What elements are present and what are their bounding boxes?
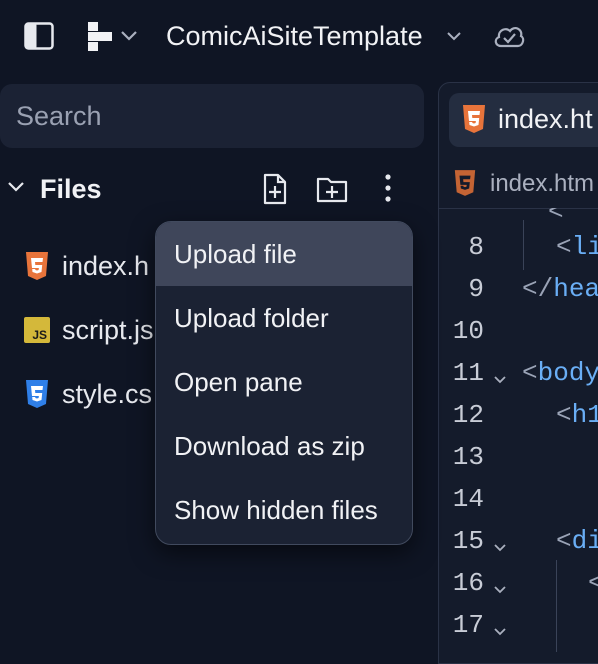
line-number: 13 [452, 442, 484, 472]
code-line[interactable]: <h1 [556, 397, 598, 433]
cloud-check-icon[interactable] [492, 22, 526, 50]
menu-item-show-hidden-files[interactable]: Show hidden files [156, 478, 412, 542]
menu-item-open-pane[interactable]: Open pane [156, 350, 412, 414]
code-punct: < [588, 568, 598, 598]
code-punct: < [522, 358, 538, 388]
files-section-title: Files [40, 174, 102, 204]
code-tag: li [571, 232, 598, 262]
fold-chevron-icon[interactable] [493, 372, 507, 384]
file-name: script.js [62, 315, 154, 345]
files-context-menu: Upload file Upload folder Open pane Down… [155, 221, 413, 545]
breadcrumb-divider [439, 208, 598, 209]
indent-guide [523, 220, 524, 270]
search-box[interactable] [0, 84, 424, 148]
chevron-down-icon[interactable] [120, 29, 138, 41]
more-options-icon[interactable] [378, 172, 398, 206]
project-name[interactable]: ComicAiSiteTemplate [166, 17, 423, 55]
menu-item-download-zip[interactable]: Download as zip [156, 414, 412, 478]
html5-icon [453, 169, 477, 197]
menu-item-label: Show hidden files [174, 495, 378, 525]
line-number: 11 [452, 358, 484, 388]
search-input[interactable] [16, 84, 406, 148]
fold-chevron-icon[interactable] [493, 624, 507, 636]
code-punct: < [556, 400, 572, 430]
menu-item-label: Download as zip [174, 431, 365, 461]
code-line[interactable]: </hea [522, 271, 598, 307]
file-item-index-html[interactable]: index.h [0, 251, 170, 307]
files-collapse-chevron-icon[interactable] [7, 180, 25, 194]
line-number: 9 [468, 274, 484, 304]
line-number: 8 [468, 232, 484, 262]
code-punct: < [556, 232, 572, 262]
code-line[interactable]: <li [556, 229, 598, 265]
css3-icon [24, 379, 50, 409]
line-number: 16 [452, 568, 484, 598]
tab-label[interactable]: index.ht [498, 100, 593, 138]
fold-chevron-icon[interactable] [493, 582, 507, 594]
menu-item-upload-folder[interactable]: Upload folder [156, 286, 412, 350]
code-line[interactable]: <di [556, 523, 598, 559]
code-tag: body [537, 358, 598, 388]
code-punct: </ [522, 274, 554, 304]
line-number: 12 [452, 400, 484, 430]
html5-icon [461, 104, 487, 134]
line-number: 14 [452, 484, 484, 514]
file-item-style-css[interactable]: style.cs [0, 379, 170, 435]
menu-item-label: Upload file [174, 239, 297, 269]
file-name: style.cs [62, 379, 153, 409]
html5-icon [24, 251, 50, 281]
code-tag: di [571, 526, 598, 556]
breadcrumb[interactable]: index.htm [490, 167, 594, 201]
file-name: index.h [62, 251, 150, 281]
indent-guide [556, 560, 557, 652]
new-folder-icon[interactable] [315, 174, 349, 204]
code-tag: hea [553, 274, 598, 304]
js-icon: JS [24, 317, 50, 347]
fold-chevron-icon[interactable] [493, 540, 507, 552]
menu-item-upload-file[interactable]: Upload file [156, 222, 412, 286]
svg-text:JS: JS [32, 328, 47, 342]
code-line[interactable]: < [588, 565, 598, 601]
project-name-chevron-icon[interactable] [446, 29, 462, 41]
code-tag: h1 [571, 400, 598, 430]
menu-item-label: Open pane [174, 367, 303, 397]
line-number: 17 [452, 610, 484, 640]
sidebar-toggle-icon[interactable] [24, 22, 54, 50]
line-number: 15 [452, 526, 484, 556]
line-number: 10 [452, 316, 484, 346]
code-punct: < [556, 526, 572, 556]
code-line[interactable]: <body [522, 355, 598, 391]
menu-item-label: Upload folder [174, 303, 329, 333]
new-file-icon[interactable] [259, 172, 291, 206]
project-graph-icon[interactable] [86, 20, 116, 54]
file-item-script-js[interactable]: JS script.js [0, 315, 170, 371]
